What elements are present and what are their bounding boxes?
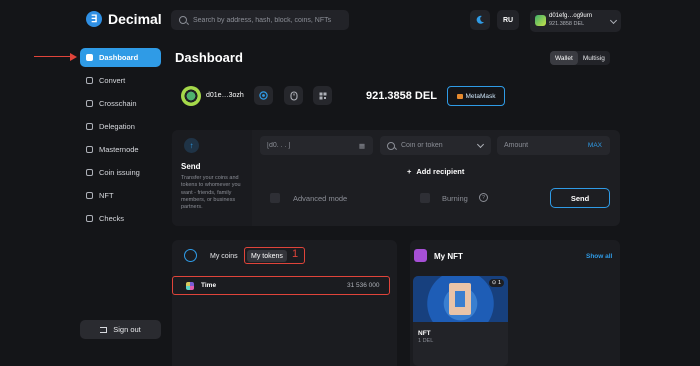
app-name[interactable]: Decimal (108, 11, 162, 27)
coin-search-input[interactable] (401, 142, 471, 149)
nft-count-badge: ⊙ 1 (488, 279, 504, 287)
burning-checkbox[interactable] (420, 193, 430, 203)
recipient-address-input[interactable] (267, 142, 337, 149)
nft-card[interactable]: ⊙ 1 NFT 1 DEL (413, 276, 508, 366)
annotation-number: 1 (292, 248, 299, 260)
annotation-arrow-line (34, 56, 72, 58)
metamask-button[interactable]: MetaMask (447, 86, 505, 106)
coin-select[interactable] (380, 136, 491, 155)
send-title: Send (181, 162, 201, 171)
search-bar[interactable] (171, 10, 349, 30)
token-name: Time (201, 282, 217, 289)
delegation-icon (86, 123, 93, 130)
decimal-logo-icon[interactable]: ∃ (86, 11, 102, 27)
language-button[interactable]: RU (497, 10, 519, 30)
token-icon (186, 282, 194, 290)
image-icon (414, 249, 427, 262)
nft-image: ⊙ 1 (413, 276, 508, 322)
wallet-multisig-toggle[interactable]: Wallet Multisig (550, 51, 610, 65)
sign-out-button[interactable]: Sign out (80, 320, 161, 339)
chevron-down-icon (609, 16, 618, 25)
account-balance: 921.3858 DEL (549, 21, 585, 27)
sidebar-item-crosschain[interactable]: Crosschain (80, 94, 161, 113)
nft-name: NFT (418, 330, 431, 337)
plus-icon: + (407, 167, 412, 176)
sidebar-item-checks[interactable]: Checks (80, 209, 161, 228)
advanced-mode-label: Advanced mode (293, 194, 348, 203)
annotation-arrow-head (70, 53, 77, 61)
sign-out-icon (100, 326, 108, 333)
nft-count: 1 (497, 280, 501, 286)
account-avatar (535, 15, 546, 26)
search-input[interactable] (193, 16, 343, 24)
arrow-up-icon: ↑ (184, 138, 199, 153)
tab-multisig[interactable]: Multisig (578, 51, 610, 65)
target-icon (259, 91, 268, 100)
mouse-icon (289, 90, 298, 101)
send-description: Transfer your coins and tokens to whomev… (181, 175, 241, 211)
ledger-button[interactable] (284, 86, 303, 105)
search-icon (179, 16, 187, 24)
sidebar-item-delegation[interactable]: Delegation (80, 117, 161, 136)
max-button[interactable]: MAX (588, 142, 602, 149)
address-book-icon[interactable]: ▦ (359, 142, 365, 150)
sidebar-item-label: NFT (99, 191, 114, 200)
nft-icon (86, 192, 93, 199)
nft-panel-title: My NFT (434, 252, 463, 261)
advanced-mode-checkbox[interactable] (270, 193, 280, 203)
add-recipient-label: Add recipient (416, 167, 465, 176)
add-recipient-button[interactable]: + Add recipient (407, 167, 464, 176)
qr-code-icon (319, 92, 326, 99)
tab-wallet[interactable]: Wallet (550, 51, 578, 65)
wallet-avatar (181, 86, 201, 106)
burning-label: Burning (442, 194, 468, 203)
sidebar-item-label: Masternode (99, 145, 139, 154)
qr-button[interactable] (313, 86, 332, 105)
crosschain-icon (86, 100, 93, 107)
page-title: Dashboard (175, 50, 243, 65)
home-icon (86, 54, 93, 61)
check-icon (86, 215, 93, 222)
search-icon (387, 141, 395, 150)
token-amount: 31 536 000 (347, 282, 380, 289)
sidebar-item-label: Coin issuing (99, 168, 140, 177)
amount-input[interactable] (504, 142, 574, 149)
send-button[interactable]: Send (550, 188, 610, 208)
show-all-link[interactable]: Show all (586, 253, 612, 260)
amount-field[interactable]: MAX (497, 136, 610, 155)
wallet-address[interactable]: d01e…3ozh (206, 92, 244, 99)
wallet-balance: 921.3858 DEL (366, 90, 437, 102)
coin-icon (184, 249, 197, 262)
sidebar-item-label: Crosschain (99, 99, 137, 108)
theme-toggle-button[interactable] (470, 10, 490, 30)
chevron-down-icon (476, 140, 485, 149)
sidebar-item-coin-issuing[interactable]: Coin issuing (80, 163, 161, 182)
receive-button[interactable] (254, 86, 273, 105)
recipient-address-field[interactable]: ▦ (260, 136, 373, 155)
sidebar-item-label: Delegation (99, 122, 135, 131)
metamask-label: MetaMask (465, 92, 496, 100)
account-menu[interactable]: d01efg…og9urn 921.3858 DEL (530, 10, 621, 32)
decimal-logo-icon (449, 283, 471, 315)
sidebar-item-convert[interactable]: Convert (80, 71, 161, 90)
sidebar-item-masternode[interactable]: Masternode (80, 140, 161, 159)
sidebar-item-label: Checks (99, 214, 125, 223)
sidebar-item-label: Convert (99, 76, 126, 85)
sign-out-label: Sign out (113, 325, 141, 334)
moon-icon (476, 15, 484, 24)
swap-icon (86, 77, 93, 84)
sidebar-item-label: Dashboard (99, 53, 139, 62)
server-icon (86, 146, 93, 153)
sidebar-item-dashboard[interactable]: Dashboard (80, 48, 161, 67)
help-icon[interactable]: ? (479, 193, 488, 202)
coin-icon (86, 169, 93, 176)
metamask-fox-icon (456, 93, 463, 99)
tab-my-coins[interactable]: My coins (206, 250, 242, 262)
sidebar-item-nft[interactable]: NFT (80, 186, 161, 205)
account-name: d01efg…og9urn (549, 13, 593, 19)
nft-price: 1 DEL (418, 338, 434, 344)
